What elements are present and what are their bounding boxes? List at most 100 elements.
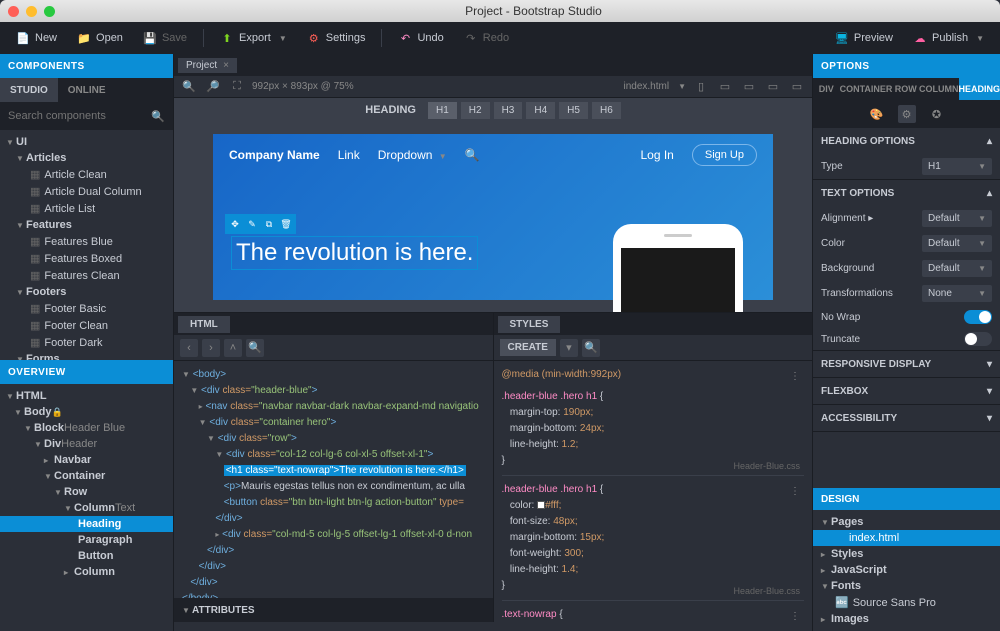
html-tab[interactable]: HTML xyxy=(178,316,230,333)
overview-container[interactable]: ▼Container xyxy=(0,468,173,484)
responsive-display-section[interactable]: RESPONSIVE DISPLAY▾ xyxy=(813,351,1000,377)
search-icon[interactable]: 🔍 xyxy=(465,148,480,162)
document-tab[interactable]: Project× xyxy=(178,58,237,73)
styles-code[interactable]: ⋮ @media (min-width:992px) .header-blue … xyxy=(494,361,813,622)
chevron-down-icon[interactable]: ▾ xyxy=(560,339,578,357)
design-pages[interactable]: ▼Pages xyxy=(813,514,1000,530)
opt-tab-container[interactable]: CONTAINER xyxy=(840,78,893,100)
background-select[interactable]: Default▼ xyxy=(922,260,992,277)
design-javascript[interactable]: ▸JavaScript xyxy=(813,562,1000,578)
search-icon[interactable]: 🔍 xyxy=(246,339,264,357)
opt-tab-column[interactable]: COLUMN xyxy=(919,78,959,100)
h4-button[interactable]: H4 xyxy=(526,102,555,119)
window-minimize-button[interactable] xyxy=(26,6,37,17)
window-maximize-button[interactable] xyxy=(44,6,55,17)
overview-navbar[interactable]: ▸Navbar xyxy=(0,452,173,468)
overview-column[interactable]: ▼Column Text xyxy=(0,500,173,516)
current-file[interactable]: index.html xyxy=(624,81,670,92)
tree-item[interactable]: ▦Features Clean xyxy=(0,267,173,284)
signup-button[interactable]: Sign Up xyxy=(692,144,757,166)
save-button[interactable]: 💾Save xyxy=(135,27,195,49)
h5-button[interactable]: H5 xyxy=(559,102,588,119)
design-fonts[interactable]: ▼Fonts xyxy=(813,578,1000,594)
nav-back-icon[interactable]: ‹ xyxy=(180,339,198,357)
nav-dropdown[interactable]: Dropdown ▼ xyxy=(378,148,447,162)
tab-studio[interactable]: STUDIO xyxy=(0,78,58,102)
device-tablet-icon[interactable]: ▭ xyxy=(716,78,734,96)
h3-button[interactable]: H3 xyxy=(494,102,523,119)
h2-button[interactable]: H2 xyxy=(461,102,490,119)
transformations-select[interactable]: None▼ xyxy=(922,285,992,302)
zoom-out-icon[interactable]: 🔎 xyxy=(204,78,222,96)
fit-icon[interactable]: ⛶ xyxy=(228,78,246,96)
design-styles[interactable]: ▸Styles xyxy=(813,546,1000,562)
tree-features[interactable]: ▼Features xyxy=(0,217,173,233)
tree-item[interactable]: ▦Footer Clean xyxy=(0,317,173,334)
search-input[interactable] xyxy=(8,110,151,122)
opt-tab-row[interactable]: ROW xyxy=(892,78,919,100)
star-icon[interactable]: ✪ xyxy=(928,105,946,123)
text-options-section[interactable]: TEXT OPTIONS▴ xyxy=(813,180,1000,206)
search-icon[interactable]: 🔍 xyxy=(582,339,600,357)
color-select[interactable]: Default▼ xyxy=(922,235,992,252)
palette-icon[interactable]: 🎨 xyxy=(868,105,886,123)
device-desktop-icon[interactable]: ▭ xyxy=(764,78,782,96)
tree-articles[interactable]: ▼Articles xyxy=(0,150,173,166)
move-icon[interactable]: ✥ xyxy=(228,217,242,231)
more-icon[interactable]: ⋮ xyxy=(790,609,800,622)
accessibility-section[interactable]: ACCESSIBILITY▾ xyxy=(813,405,1000,431)
tree-item[interactable]: ▦Footer Dark xyxy=(0,334,173,351)
tree-item[interactable]: ▦Article Clean xyxy=(0,166,173,183)
attributes-panel[interactable]: ▼ ATTRIBUTES xyxy=(174,598,493,622)
close-icon[interactable]: × xyxy=(223,60,229,71)
tree-footers[interactable]: ▼Footers xyxy=(0,284,173,300)
window-close-button[interactable] xyxy=(8,6,19,17)
overview-row[interactable]: ▼Row xyxy=(0,484,173,500)
opt-tab-heading[interactable]: HEADING xyxy=(959,78,1000,100)
publish-button[interactable]: ☁Publish▼ xyxy=(905,27,992,49)
h1-button[interactable]: H1 xyxy=(428,102,457,119)
search-icon[interactable]: 🔍 xyxy=(151,110,165,123)
overview-paragraph[interactable]: Paragraph xyxy=(0,532,173,548)
html-code[interactable]: ▼ <body> ▼ <div class="header-blue"> ▸ <… xyxy=(174,361,493,598)
overview-column2[interactable]: ▸Column xyxy=(0,564,173,580)
tree-forms[interactable]: ▼Forms xyxy=(0,351,173,360)
device-laptop-icon[interactable]: ▭ xyxy=(740,78,758,96)
tree-item[interactable]: ▦Article Dual Column xyxy=(0,183,173,200)
device-phone-icon[interactable]: ▯ xyxy=(692,78,710,96)
tree-item[interactable]: ▦Footer Basic xyxy=(0,300,173,317)
device-xl-icon[interactable]: ▭ xyxy=(788,78,806,96)
styles-tab[interactable]: STYLES xyxy=(498,316,561,333)
tree-item[interactable]: ▦Features Boxed xyxy=(0,250,173,267)
nav-link[interactable]: Link xyxy=(338,148,360,162)
canvas-preview[interactable]: Company Name Link Dropdown ▼ 🔍 Log In Si… xyxy=(213,134,773,300)
gear-icon[interactable]: ⚙ xyxy=(898,105,916,123)
nowrap-toggle[interactable] xyxy=(964,310,992,324)
overview-body[interactable]: ▼Body 🔒 xyxy=(0,404,173,420)
settings-button[interactable]: ⚙Settings xyxy=(299,27,374,49)
preview-button[interactable]: 🖥Preview xyxy=(827,27,901,49)
tree-ui[interactable]: ▼UI xyxy=(0,134,173,150)
design-font-item[interactable]: 🔤Source Sans Pro xyxy=(813,594,1000,611)
new-button[interactable]: 📄New xyxy=(8,27,65,49)
h6-button[interactable]: H6 xyxy=(592,102,621,119)
design-images[interactable]: ▸Images xyxy=(813,611,1000,627)
nav-forward-icon[interactable]: › xyxy=(202,339,220,357)
overview-html[interactable]: ▼HTML xyxy=(0,388,173,404)
overview-div[interactable]: ▼Div Header xyxy=(0,436,173,452)
alignment-select[interactable]: Default▼ xyxy=(922,210,992,227)
export-button[interactable]: ⬆Export▼ xyxy=(212,27,295,49)
tree-item[interactable]: ▦Features Blue xyxy=(0,233,173,250)
copy-icon[interactable]: ⧉ xyxy=(262,217,276,231)
create-button[interactable]: CREATE xyxy=(500,339,556,356)
overview-button[interactable]: Button xyxy=(0,548,173,564)
truncate-toggle[interactable] xyxy=(964,332,992,346)
nav-up-icon[interactable]: ˄ xyxy=(224,339,242,357)
flexbox-section[interactable]: FLEXBOX▾ xyxy=(813,378,1000,404)
overview-block[interactable]: ▼Block Header Blue xyxy=(0,420,173,436)
design-index[interactable]: index.html xyxy=(813,530,1000,546)
hero-heading[interactable]: The revolution is here. xyxy=(231,236,478,270)
open-button[interactable]: 📁Open xyxy=(69,27,131,49)
more-icon[interactable]: ⋮ xyxy=(790,484,800,500)
more-icon[interactable]: ⋮ xyxy=(790,369,800,385)
